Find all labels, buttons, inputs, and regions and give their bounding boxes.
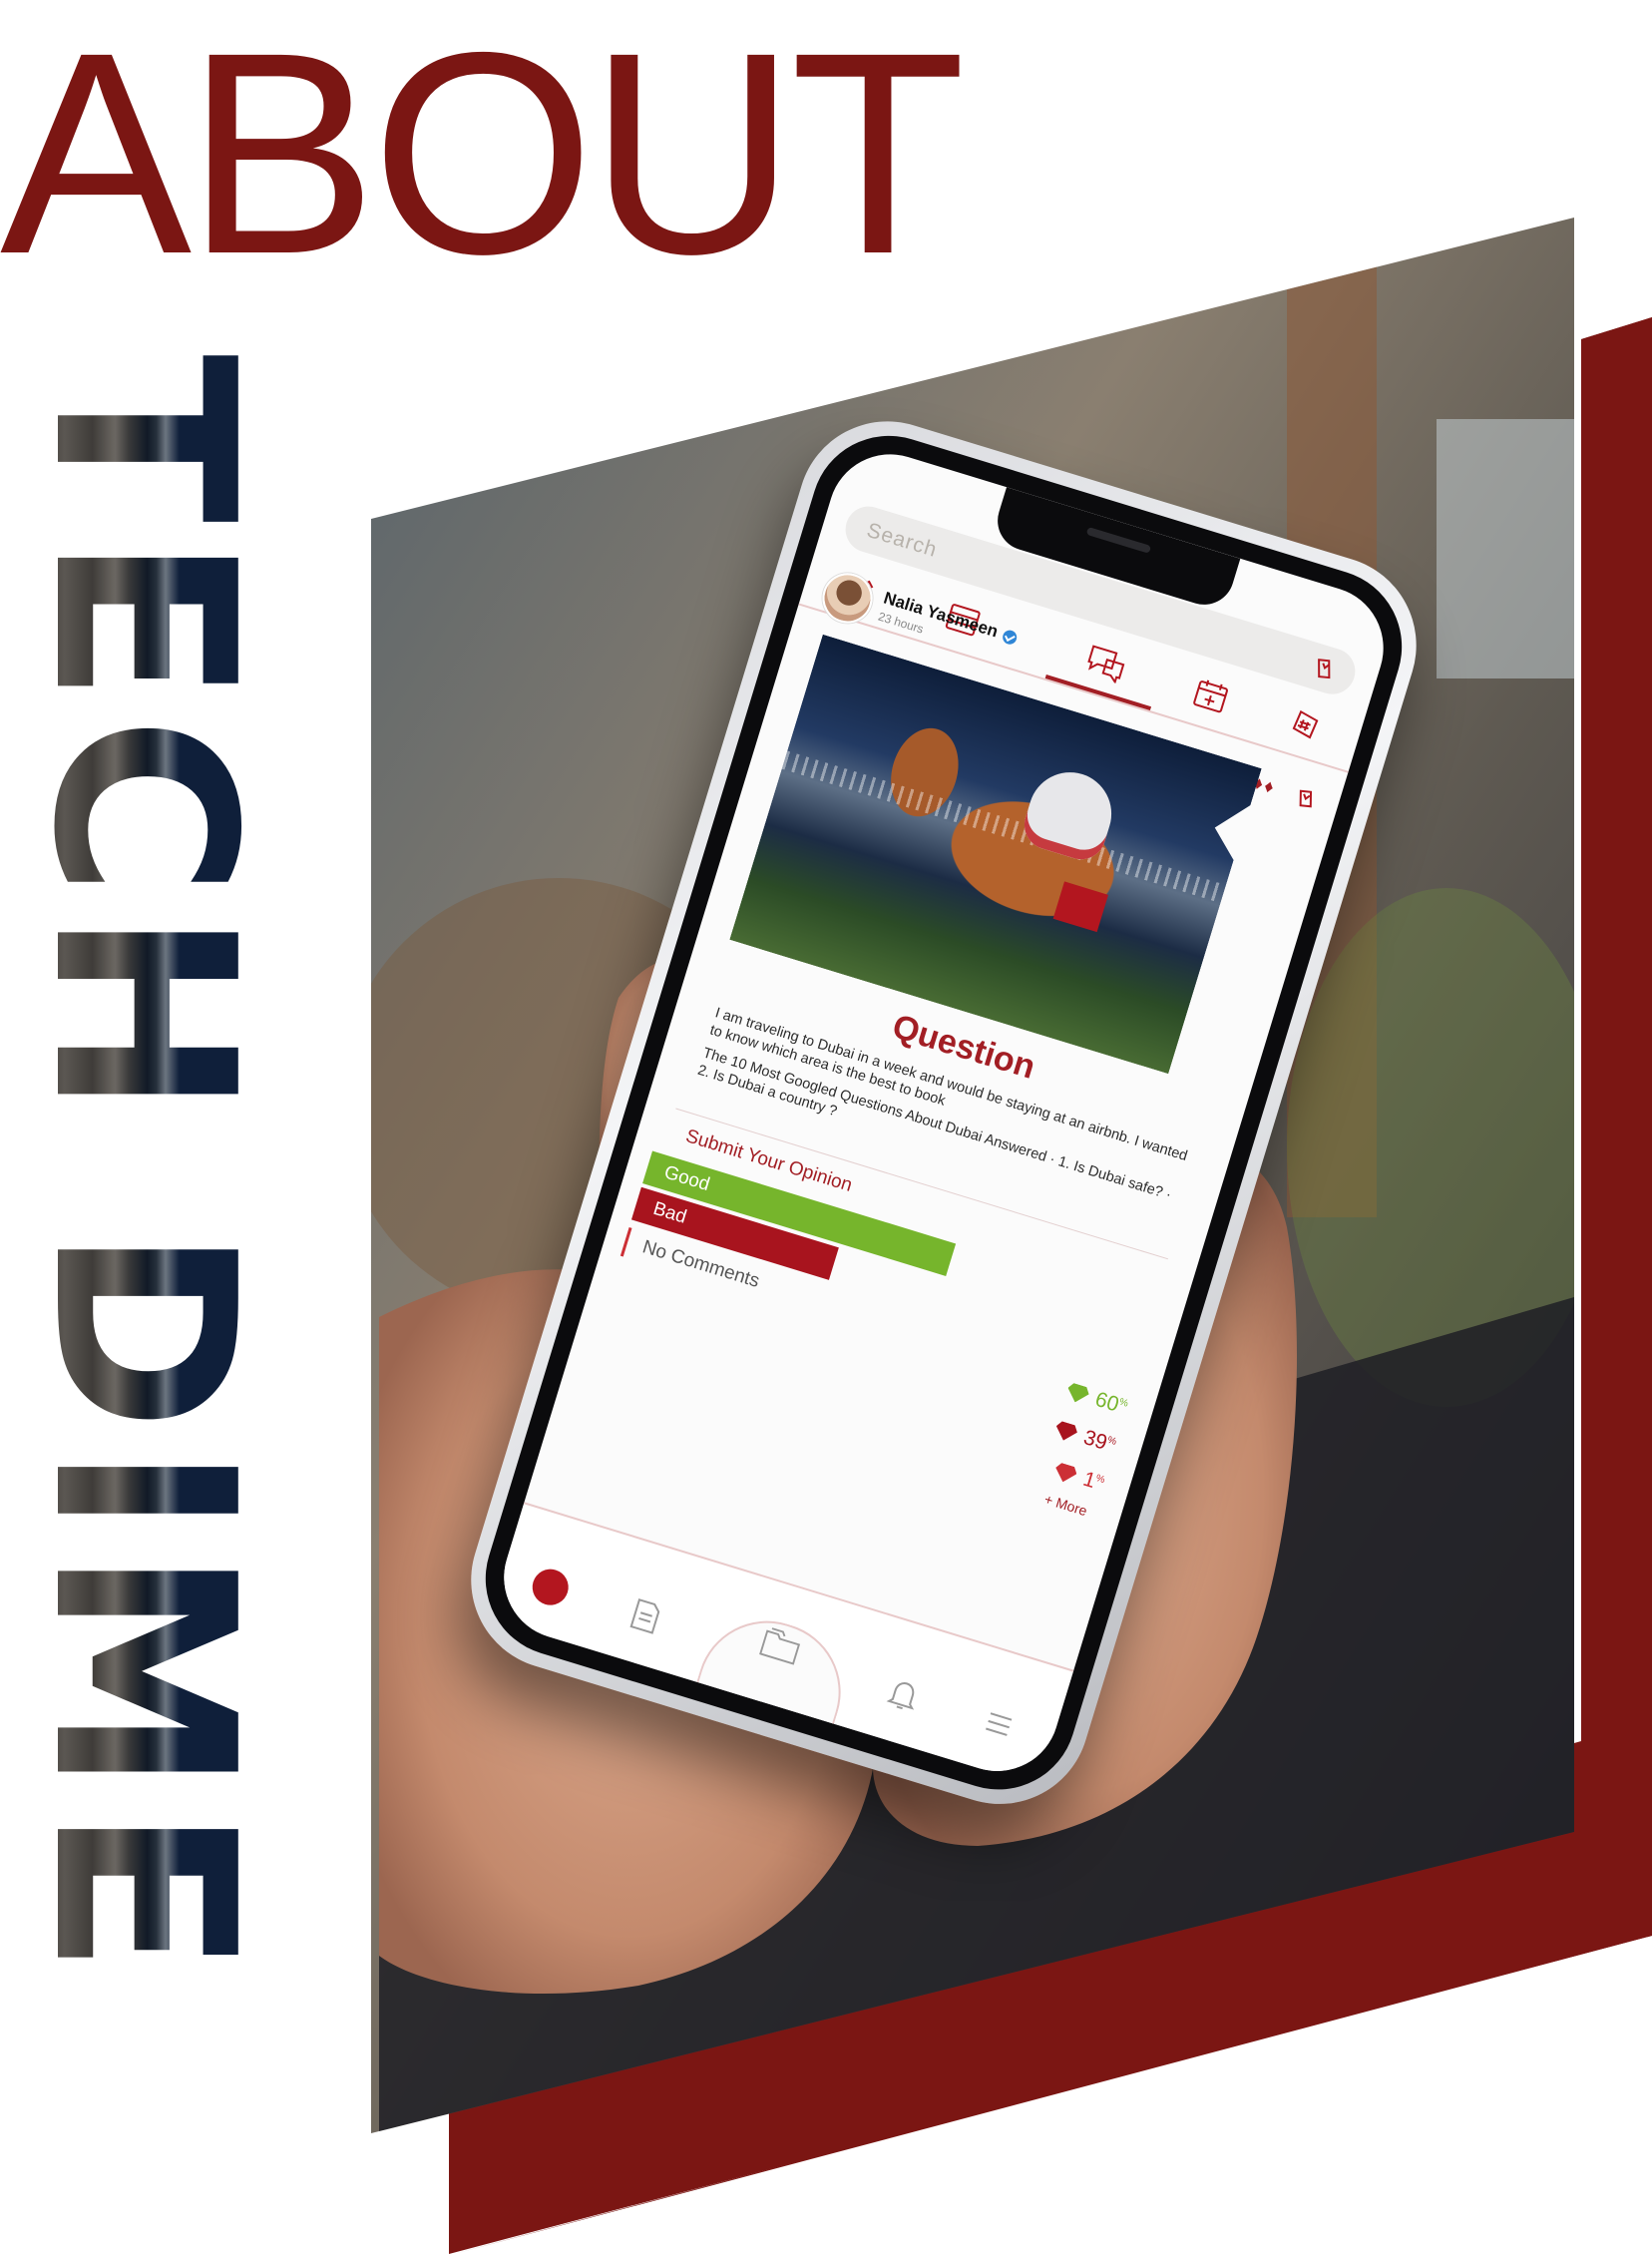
poll-label: Bad xyxy=(650,1197,689,1228)
tab-tags[interactable] xyxy=(1279,697,1334,752)
document-icon xyxy=(629,1598,660,1634)
percent-sign: % xyxy=(1117,1396,1130,1410)
nav-documents[interactable] xyxy=(620,1591,670,1641)
poll-percent-bad: 39% xyxy=(1052,1417,1119,1458)
calendar-add-icon xyxy=(1193,679,1228,713)
tab-events[interactable] xyxy=(1183,669,1238,723)
gem-icon xyxy=(1064,1382,1090,1406)
tab-chat[interactable] xyxy=(1078,637,1133,691)
gem-icon xyxy=(1052,1420,1078,1444)
bell-icon xyxy=(886,1682,915,1710)
race-number-cloth xyxy=(1052,882,1107,932)
share-icon[interactable] xyxy=(1292,785,1319,812)
poll-percent-no-comments: 1% xyxy=(1051,1459,1106,1497)
nav-notifications[interactable] xyxy=(879,1670,929,1720)
speaker xyxy=(1085,526,1152,554)
nav-menu[interactable] xyxy=(974,1699,1024,1749)
poll-label: Good xyxy=(661,1161,712,1196)
search-placeholder: Search xyxy=(864,518,941,562)
favorites-icon[interactable] xyxy=(1308,653,1340,684)
stadium-lights xyxy=(782,750,1227,903)
poll-percent-value: 39 xyxy=(1080,1426,1110,1455)
gem-icon xyxy=(1052,1462,1078,1486)
more-link[interactable]: + More xyxy=(1042,1491,1089,1519)
globe-icon xyxy=(528,1565,574,1610)
nav-globe[interactable] xyxy=(526,1563,576,1612)
percent-sign: % xyxy=(1094,1473,1106,1487)
hashtag-icon xyxy=(1292,709,1319,739)
percent-sign: % xyxy=(1105,1434,1118,1448)
chat-icon xyxy=(1087,645,1125,684)
menu-icon xyxy=(986,1712,1013,1736)
